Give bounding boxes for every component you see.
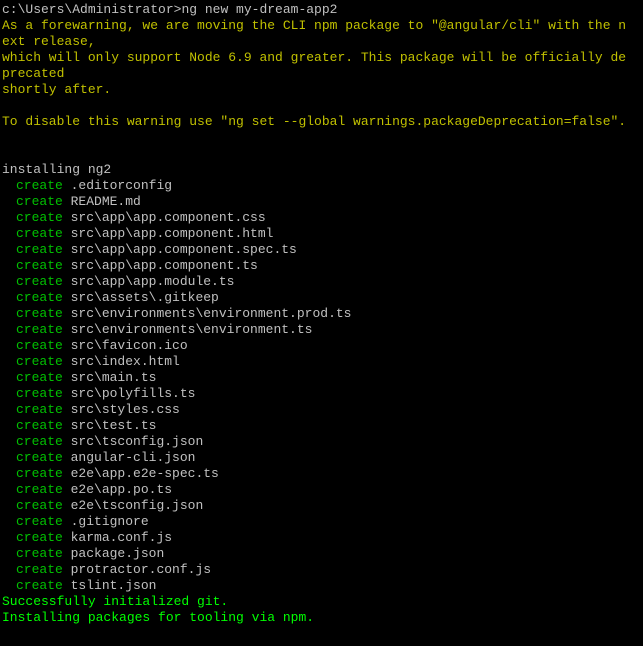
file-path: e2e\app.po.ts	[71, 482, 172, 497]
file-path: src\polyfills.ts	[71, 386, 196, 401]
command-line: c:\Users\Administrator>ng new my-dream-a…	[2, 2, 641, 18]
file-path: src\app\app.module.ts	[71, 274, 235, 289]
cwd-prompt: c:\Users\Administrator>	[2, 2, 181, 17]
file-create-line: create src\index.html	[2, 354, 641, 370]
create-action: create	[16, 482, 63, 497]
create-action: create	[16, 578, 63, 593]
file-create-line: create src\app\app.component.html	[2, 226, 641, 242]
file-create-line: create src\assets\.gitkeep	[2, 290, 641, 306]
git-status-line: Successfully initialized git.	[2, 594, 641, 610]
create-action: create	[16, 322, 63, 337]
file-create-line: create src\styles.css	[2, 402, 641, 418]
blank-line	[2, 98, 641, 114]
file-create-line: create README.md	[2, 194, 641, 210]
file-create-line: create src\environments\environment.ts	[2, 322, 641, 338]
file-path: angular-cli.json	[71, 450, 196, 465]
create-action: create	[16, 386, 63, 401]
file-path: karma.conf.js	[71, 530, 172, 545]
create-action: create	[16, 546, 63, 561]
warning-line-1: As a forewarning, we are moving the CLI …	[2, 18, 641, 34]
blank-line	[2, 146, 641, 162]
file-create-line: create src\app\app.module.ts	[2, 274, 641, 290]
file-create-line: create karma.conf.js	[2, 530, 641, 546]
file-create-line: create protractor.conf.js	[2, 562, 641, 578]
file-create-line: create .editorconfig	[2, 178, 641, 194]
file-path: README.md	[71, 194, 141, 209]
file-path: src\app\app.component.css	[71, 210, 266, 225]
create-action: create	[16, 306, 63, 321]
file-path: src\app\app.component.spec.ts	[71, 242, 297, 257]
warning-line-3: which will only support Node 6.9 and gre…	[2, 50, 641, 66]
create-action: create	[16, 242, 63, 257]
create-action: create	[16, 290, 63, 305]
create-action: create	[16, 210, 63, 225]
create-action: create	[16, 402, 63, 417]
file-path: src\test.ts	[71, 418, 157, 433]
create-action: create	[16, 178, 63, 193]
file-path: src\tsconfig.json	[71, 434, 204, 449]
command-text: ng new my-dream-app2	[181, 2, 337, 17]
files-list: create .editorconfigcreate README.mdcrea…	[2, 178, 641, 594]
create-action: create	[16, 562, 63, 577]
blank-line	[2, 130, 641, 146]
file-path: src\index.html	[71, 354, 180, 369]
file-path: .editorconfig	[71, 178, 172, 193]
file-path: package.json	[71, 546, 165, 561]
file-path: src\app\app.component.html	[71, 226, 274, 241]
file-path: src\styles.css	[71, 402, 180, 417]
file-path: .gitignore	[71, 514, 149, 529]
file-create-line: create tslint.json	[2, 578, 641, 594]
file-create-line: create src\favicon.ico	[2, 338, 641, 354]
file-create-line: create src\main.ts	[2, 370, 641, 386]
file-create-line: create e2e\app.e2e-spec.ts	[2, 466, 641, 482]
file-create-line: create src\app\app.component.ts	[2, 258, 641, 274]
file-create-line: create src\polyfills.ts	[2, 386, 641, 402]
file-create-line: create angular-cli.json	[2, 450, 641, 466]
create-action: create	[16, 258, 63, 273]
file-path: src\main.ts	[71, 370, 157, 385]
create-action: create	[16, 274, 63, 289]
create-action: create	[16, 434, 63, 449]
file-path: src\favicon.ico	[71, 338, 188, 353]
file-path: src\app\app.component.ts	[71, 258, 258, 273]
create-action: create	[16, 370, 63, 385]
file-create-line: create e2e\app.po.ts	[2, 482, 641, 498]
create-action: create	[16, 530, 63, 545]
create-action: create	[16, 418, 63, 433]
file-create-line: create src\environments\environment.prod…	[2, 306, 641, 322]
file-path: e2e\tsconfig.json	[71, 498, 204, 513]
warning-line-2: ext release,	[2, 34, 641, 50]
create-action: create	[16, 498, 63, 513]
create-action: create	[16, 514, 63, 529]
npm-status-line: Installing packages for tooling via npm.	[2, 610, 641, 626]
file-path: e2e\app.e2e-spec.ts	[71, 466, 219, 481]
create-action: create	[16, 226, 63, 241]
create-action: create	[16, 338, 63, 353]
file-create-line: create src\app\app.component.spec.ts	[2, 242, 641, 258]
file-create-line: create src\app\app.component.css	[2, 210, 641, 226]
file-path: src\assets\.gitkeep	[71, 290, 219, 305]
file-path: src\environments\environment.prod.ts	[71, 306, 352, 321]
file-create-line: create .gitignore	[2, 514, 641, 530]
create-action: create	[16, 450, 63, 465]
create-action: create	[16, 354, 63, 369]
file-path: tslint.json	[71, 578, 157, 593]
file-create-line: create src\test.ts	[2, 418, 641, 434]
file-create-line: create e2e\tsconfig.json	[2, 498, 641, 514]
file-path: src\environments\environment.ts	[71, 322, 313, 337]
create-action: create	[16, 466, 63, 481]
warning-line-6: To disable this warning use "ng set --gl…	[2, 114, 641, 130]
installing-line: installing ng2	[2, 162, 641, 178]
file-path: protractor.conf.js	[71, 562, 211, 577]
warning-line-5: shortly after.	[2, 82, 641, 98]
create-action: create	[16, 194, 63, 209]
file-create-line: create src\tsconfig.json	[2, 434, 641, 450]
warning-line-4: precated	[2, 66, 641, 82]
file-create-line: create package.json	[2, 546, 641, 562]
